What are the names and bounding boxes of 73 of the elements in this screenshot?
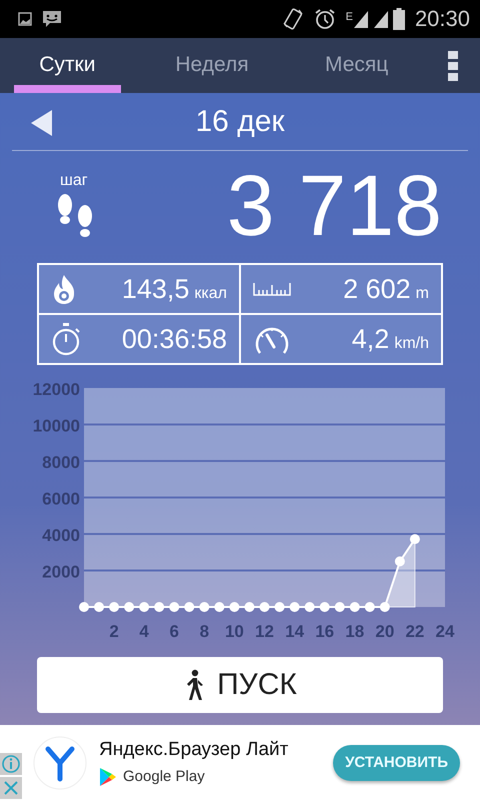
data-point [214, 602, 224, 612]
data-point [350, 602, 360, 612]
data-point [394, 556, 405, 566]
x-tick-label: 14 [285, 622, 304, 641]
network-type: E [346, 11, 353, 23]
data-point [274, 602, 285, 612]
y-tick-label: 2000 [42, 562, 80, 582]
y-tick-label: 6000 [42, 490, 80, 508]
stat-unit: m [416, 284, 429, 302]
stat-value: 00:36:58 [122, 324, 227, 354]
start-button[interactable]: ПУСК [37, 657, 443, 713]
data-point [199, 602, 210, 612]
install-button[interactable]: УСТАНОВИТЬ [333, 744, 460, 780]
x-tick-label: 22 [405, 622, 424, 641]
stopwatch-icon [51, 322, 81, 356]
data-point [320, 602, 330, 612]
x-tick-label: 10 [224, 622, 244, 641]
data-point [139, 602, 150, 612]
tab[interactable]: Неделя [158, 38, 266, 93]
y-tick-label: 10000 [32, 416, 80, 436]
image-icon [18, 12, 32, 26]
stat-unit: km/h [394, 334, 429, 352]
message-icon [42, 9, 62, 29]
ad-title: Яндекс.Браузер Лайт [99, 738, 288, 760]
data-point [260, 602, 270, 612]
stat-value: 2 602 [343, 274, 411, 304]
data-point [229, 602, 240, 612]
back-arrow-icon[interactable] [31, 110, 53, 136]
x-tick-label: 4 [139, 622, 149, 641]
data-point [109, 602, 120, 612]
y-logo-icon [33, 736, 87, 790]
x-tick-label: 18 [345, 622, 364, 641]
menu-icon[interactable] [448, 50, 458, 80]
battery-icon [392, 8, 405, 30]
x-tick-label: 20 [375, 622, 394, 641]
stat-value: 143,5 [122, 274, 190, 304]
signal-icon [372, 9, 389, 29]
data-point [94, 602, 104, 612]
data-point [304, 602, 315, 612]
data-point [124, 602, 134, 612]
data-point [169, 602, 180, 612]
x-tick-label: 6 [170, 622, 179, 641]
y-tick-label: 8000 [42, 453, 80, 472]
data-point [334, 602, 345, 612]
play-store-icon [99, 766, 117, 786]
data-point [154, 602, 164, 612]
y-tick-label: 12000 [32, 380, 80, 399]
data-point [410, 534, 420, 544]
store-name: Google Play [123, 768, 205, 785]
y-tick-label: 4000 [42, 526, 80, 545]
vibrate-icon [282, 7, 304, 31]
signal-icon [352, 9, 369, 29]
x-tick-label: 2 [109, 622, 119, 641]
data-point [79, 602, 89, 612]
x-tick-label: 12 [255, 622, 274, 641]
data-point [380, 602, 390, 612]
x-tick-label: 8 [200, 622, 210, 641]
data-point [184, 602, 194, 612]
x-tick-label: 16 [315, 622, 334, 641]
clock-time: 20:30 [414, 6, 470, 32]
fire-icon [51, 273, 77, 305]
steps-label: шаг [60, 172, 88, 190]
date-label: 16 дек [195, 104, 285, 138]
data-point [244, 602, 254, 612]
step-count: 3 718 [226, 163, 442, 249]
data-point [290, 602, 300, 612]
ruler-icon [253, 282, 291, 296]
data-point [364, 602, 375, 612]
alarm-icon [314, 8, 336, 30]
stat-value: 4,2 [352, 324, 390, 354]
tab[interactable]: Месяц [303, 38, 410, 93]
stat-unit: ккал [194, 284, 227, 302]
x-tick-label: 24 [436, 622, 454, 641]
